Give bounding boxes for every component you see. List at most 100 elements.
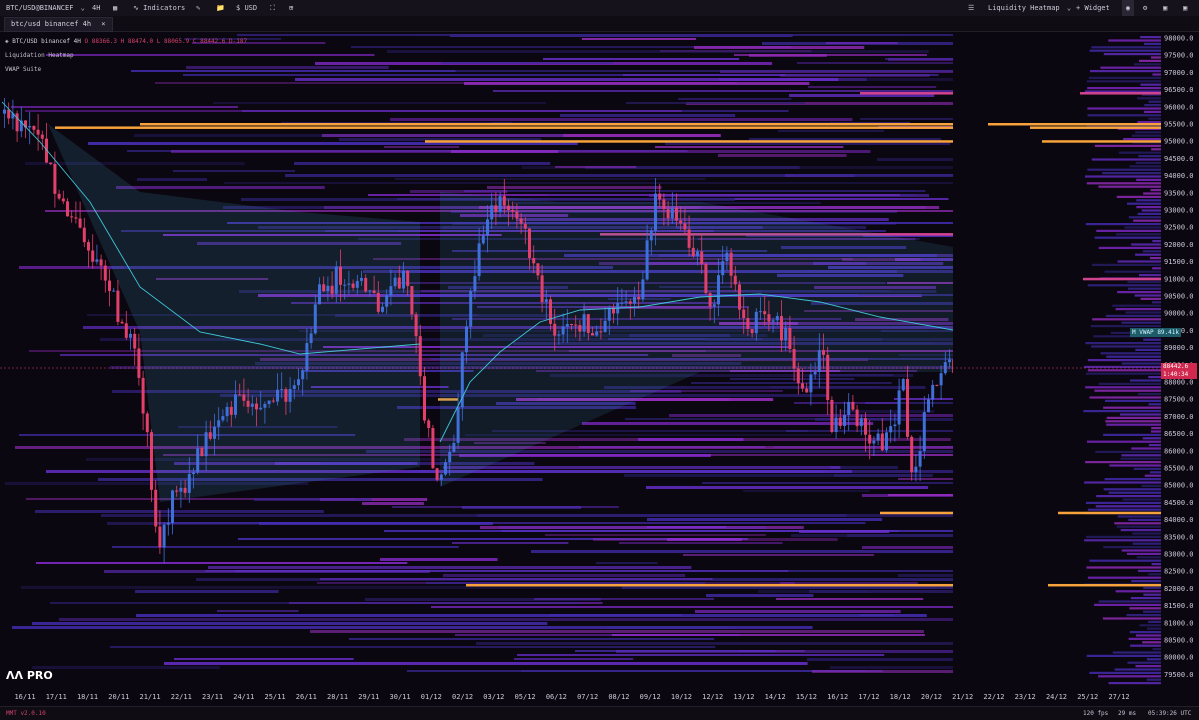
price-tick-label: 94500.0 xyxy=(1164,155,1194,163)
candle-body xyxy=(691,247,695,257)
heatmap-band xyxy=(171,150,871,153)
timeframe-button[interactable]: 4H xyxy=(92,0,100,16)
profile-bar xyxy=(1140,297,1161,300)
price-tick-label: 86500.0 xyxy=(1164,430,1194,438)
candle-body xyxy=(528,228,531,259)
candle-body xyxy=(494,205,498,212)
heatmap-band xyxy=(830,666,953,669)
profile-bar xyxy=(1129,379,1161,382)
gear-icon[interactable]: ⚙ xyxy=(1143,0,1147,16)
profile-bar xyxy=(1141,209,1161,212)
indicators-button[interactable]: ∿ Indicators xyxy=(133,0,185,16)
candle-body xyxy=(486,219,489,236)
ohlc-values: O 88366.3 H 88474.0 L 88065.9 C 88442.6 … xyxy=(84,38,248,45)
profile-bar xyxy=(1152,648,1161,651)
profile-bar xyxy=(1112,304,1161,307)
save-icon[interactable]: ▣ xyxy=(1163,0,1167,16)
candle-body xyxy=(431,427,435,469)
candle-body xyxy=(775,316,779,321)
candle-body xyxy=(838,417,842,426)
heatmap-band xyxy=(531,550,953,553)
profile-bar xyxy=(1116,525,1161,528)
profile-bar xyxy=(1121,362,1161,365)
candle-body xyxy=(469,291,473,327)
profile-bar xyxy=(1094,603,1161,606)
candle-body xyxy=(381,306,384,312)
candle-body xyxy=(864,418,867,435)
profile-bar xyxy=(1138,155,1161,158)
profile-bar xyxy=(1090,325,1161,328)
candle-body xyxy=(549,299,552,324)
fullscreen-exit-icon[interactable]: ▣ xyxy=(1183,0,1187,16)
chart-tab[interactable]: btc/usd binancef 4h × xyxy=(4,17,113,32)
candle-body xyxy=(70,216,74,218)
menu-icon[interactable]: ☰ xyxy=(968,0,974,16)
pencil-icon[interactable]: ✎ xyxy=(196,0,200,16)
heatmap-band xyxy=(208,566,692,569)
profile-bar xyxy=(1146,627,1161,630)
profile-bar xyxy=(1126,552,1161,555)
profile-bar xyxy=(1085,461,1161,464)
heatmap-band xyxy=(156,522,866,524)
heatmap-band xyxy=(607,626,729,629)
indicator-vwap-suite[interactable]: VWAP Suite xyxy=(5,63,247,77)
heatmap-band xyxy=(310,630,924,633)
camera-icon[interactable]: ◉ xyxy=(1122,0,1134,16)
heatmap-band xyxy=(390,118,853,121)
profile-bar xyxy=(1102,617,1161,620)
widget-label: Widget xyxy=(1084,4,1110,12)
profile-bar xyxy=(1089,559,1161,562)
candle-body xyxy=(234,394,237,415)
layout-selector[interactable]: Liquidity Heatmap ⌄ xyxy=(988,0,1071,16)
profile-bar xyxy=(1103,53,1161,56)
profile-bar xyxy=(1086,182,1161,185)
bar-chart-icon[interactable]: ▦ xyxy=(113,0,117,16)
profile-bar xyxy=(1091,345,1161,348)
heatmap-band xyxy=(477,514,847,517)
add-widget-button[interactable]: + Widget xyxy=(1076,0,1110,16)
profile-bar xyxy=(1128,216,1161,219)
heatmap-band xyxy=(487,186,662,189)
status-bar: MMT v2.0.10 120 fps 29 ms 05:39:26 UTC xyxy=(0,706,1199,720)
version-label: MMT v2.0.10 xyxy=(6,710,46,717)
price-tick-label: 79500.0 xyxy=(1164,671,1194,679)
candle-body xyxy=(540,275,544,303)
profile-bar xyxy=(1120,457,1161,460)
profile-bar xyxy=(1117,291,1161,294)
candle-body xyxy=(805,388,809,393)
folder-icon[interactable]: 📁 xyxy=(216,0,225,16)
series-legend[interactable]: ◈ BTC/USD binancef 4H O 88366.3 H 88474.… xyxy=(5,35,247,49)
time-tick-label: 15/12 xyxy=(795,693,817,701)
profile-bar xyxy=(1138,59,1161,62)
price-tick-label: 92000.0 xyxy=(1164,241,1194,249)
candle-body xyxy=(444,462,447,475)
symbol-selector[interactable]: BTC/USD@BINANCEF ⌄ xyxy=(6,0,85,16)
time-tick-label: 30/11 xyxy=(389,693,411,701)
profile-bar xyxy=(1142,437,1161,440)
indicator-liquidation-heatmap[interactable]: Liquidation Heatmap xyxy=(5,49,247,63)
heatmap-band xyxy=(706,594,814,597)
profile-bar xyxy=(1129,631,1161,634)
candle-body xyxy=(397,277,401,289)
candle-body xyxy=(116,290,120,322)
price-tick-label: 82000.0 xyxy=(1164,585,1194,593)
candle-body xyxy=(53,163,57,194)
time-tick-label: 16/11 xyxy=(14,693,36,701)
heatmap-band xyxy=(35,510,324,513)
fullscreen-icon[interactable]: ⛶ xyxy=(270,0,275,16)
heatmap-band xyxy=(11,106,239,108)
profile-bar xyxy=(1148,620,1161,623)
chart-canvas[interactable]: 98000.0 97500.0 97000.0 96500.0 96000.0 95500… xyxy=(0,32,1199,689)
profile-bar xyxy=(1126,202,1161,205)
add-panel-icon[interactable]: ⊞ xyxy=(289,0,293,16)
heatmap-band xyxy=(797,62,953,64)
time-tick-label: 29/11 xyxy=(358,693,380,701)
candle-body xyxy=(166,522,170,525)
close-icon[interactable]: × xyxy=(101,20,105,28)
candle-body xyxy=(465,326,468,353)
candle-body xyxy=(66,201,69,217)
time-axis[interactable]: 16/11 17/11 18/11 20/11 21/11 22/11 23/11 24/11… xyxy=(0,689,1199,706)
currency-button[interactable]: $ USD xyxy=(236,0,257,16)
profile-bar xyxy=(1105,399,1161,402)
profile-bar xyxy=(1131,580,1161,583)
